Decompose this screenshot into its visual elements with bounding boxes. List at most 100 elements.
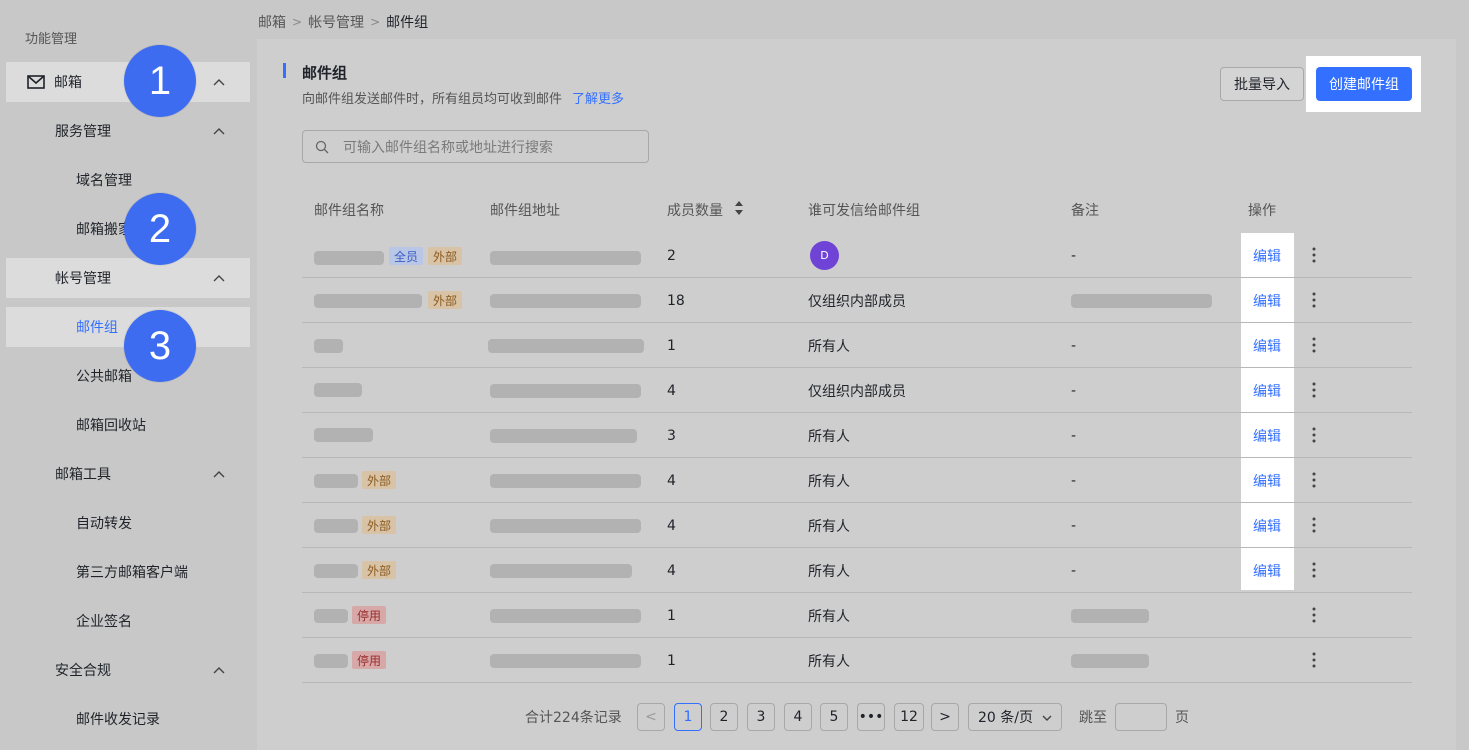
page-button-12[interactable]: 12 bbox=[894, 703, 924, 731]
member-count: 4 bbox=[667, 472, 676, 489]
sidebar-item-label: 公共邮箱 bbox=[76, 369, 132, 385]
step-badge-2: 2 bbox=[124, 193, 196, 265]
page-size-select[interactable]: 20 条/页 bbox=[968, 703, 1062, 731]
member-count: 1 bbox=[667, 652, 676, 669]
more-icon[interactable] bbox=[1312, 382, 1316, 398]
more-icon[interactable] bbox=[1312, 292, 1316, 308]
sidebar-item-label: 邮箱 bbox=[54, 75, 82, 91]
chevron-up-icon[interactable] bbox=[212, 663, 226, 677]
breadcrumb-separator: > bbox=[292, 15, 303, 29]
edit-link[interactable]: 编辑 bbox=[1253, 413, 1281, 458]
table-row: 外部 4 所有人 - 编辑 bbox=[302, 458, 1412, 503]
more-icon[interactable] bbox=[1312, 652, 1316, 668]
page-button-4[interactable]: 4 bbox=[784, 703, 812, 731]
redacted-name bbox=[314, 383, 362, 397]
redacted-name bbox=[314, 564, 358, 578]
sidebar-item-security[interactable]: 安全合规 bbox=[6, 650, 250, 690]
sender-permission: 所有人 bbox=[808, 563, 850, 580]
sidebar-item-third-party-client[interactable]: 第三方邮箱客户端 bbox=[6, 552, 250, 592]
page-subtitle: 向邮件组发送邮件时，所有组员均可收到邮件 了解更多 bbox=[302, 88, 624, 107]
page-button-3[interactable]: 3 bbox=[747, 703, 775, 731]
sidebar-item-auto-forward[interactable]: 自动转发 bbox=[6, 503, 250, 543]
edit-link[interactable]: 编辑 bbox=[1253, 233, 1281, 278]
tag-all: 全员 bbox=[389, 247, 424, 265]
redacted-address bbox=[490, 251, 641, 265]
sidebar-item-recycle-bin[interactable]: 邮箱回收站 bbox=[6, 405, 250, 445]
more-icon[interactable] bbox=[1312, 607, 1316, 623]
more-icon[interactable] bbox=[1312, 427, 1316, 443]
column-header-sender: 谁可发信给邮件组 bbox=[808, 203, 920, 219]
sidebar-item-label: 邮件收发记录 bbox=[76, 712, 160, 728]
page-button-2[interactable]: 2 bbox=[710, 703, 738, 731]
redacted-name bbox=[314, 339, 343, 353]
table-row: 外部 4 所有人 - 编辑 bbox=[302, 548, 1412, 593]
edit-link[interactable]: 编辑 bbox=[1253, 458, 1281, 503]
pagination-total: 合计224条记录 bbox=[525, 710, 622, 726]
next-page-button[interactable]: > bbox=[931, 703, 959, 731]
sidebar-item-label: 安全合规 bbox=[55, 663, 111, 679]
tag-disabled: 停用 bbox=[352, 651, 387, 669]
sidebar-item-signature[interactable]: 企业签名 bbox=[6, 601, 250, 641]
redacted-address bbox=[490, 474, 641, 488]
page-button-5[interactable]: 5 bbox=[820, 703, 848, 731]
page-label: 页 bbox=[1175, 710, 1189, 726]
sender-permission: 所有人 bbox=[808, 473, 850, 490]
table-row: 停用 1 所有人 bbox=[302, 638, 1412, 683]
more-icon[interactable] bbox=[1312, 247, 1316, 263]
redacted-name bbox=[314, 654, 348, 668]
breadcrumb-item[interactable]: 帐号管理 bbox=[308, 12, 364, 32]
breadcrumb: 邮箱 > 帐号管理 > 邮件组 bbox=[258, 12, 428, 32]
edit-link[interactable]: 编辑 bbox=[1253, 323, 1281, 368]
sidebar-item-domain-mgmt[interactable]: 域名管理 bbox=[6, 160, 250, 200]
edit-link[interactable]: 编辑 bbox=[1253, 503, 1281, 548]
step-badge-3: 3 bbox=[124, 310, 196, 382]
member-count: 1 bbox=[667, 607, 676, 624]
sidebar-item-mail-tools[interactable]: 邮箱工具 bbox=[6, 454, 250, 494]
chevron-up-icon[interactable] bbox=[212, 271, 226, 285]
chevron-up-icon[interactable] bbox=[212, 75, 226, 89]
sort-icon[interactable] bbox=[734, 200, 744, 216]
redacted-name bbox=[314, 428, 373, 442]
sender-permission: 仅组织内部成员 bbox=[808, 383, 906, 400]
redacted-address bbox=[490, 294, 641, 308]
more-icon[interactable] bbox=[1312, 472, 1316, 488]
column-header-name: 邮件组名称 bbox=[314, 203, 384, 219]
page-ellipsis-button[interactable]: ••• bbox=[857, 703, 885, 731]
breadcrumb-item[interactable]: 邮箱 bbox=[258, 12, 286, 32]
chevron-up-icon[interactable] bbox=[212, 467, 226, 481]
sidebar-item-account-mgmt[interactable]: 帐号管理 bbox=[6, 258, 250, 298]
sender-permission: 所有人 bbox=[808, 428, 850, 445]
edit-link[interactable]: 编辑 bbox=[1253, 368, 1281, 413]
edit-link[interactable]: 编辑 bbox=[1253, 548, 1281, 593]
sidebar-item-service-mgmt[interactable]: 服务管理 bbox=[6, 111, 250, 151]
create-mail-group-button[interactable]: 创建邮件组 bbox=[1316, 67, 1412, 101]
more-icon[interactable] bbox=[1312, 337, 1316, 353]
sidebar-item-label: 域名管理 bbox=[76, 173, 132, 189]
column-header-members[interactable]: 成员数量 bbox=[667, 200, 723, 220]
redacted-address bbox=[490, 519, 641, 533]
table-row: 1 所有人 - 编辑 bbox=[302, 323, 1412, 368]
member-count: 4 bbox=[667, 382, 676, 399]
batch-import-button[interactable]: 批量导入 bbox=[1220, 67, 1304, 101]
jump-page-input[interactable] bbox=[1115, 703, 1167, 731]
column-header-address: 邮件组地址 bbox=[490, 203, 560, 219]
sidebar-item-mail-log[interactable]: 邮件收发记录 bbox=[6, 699, 250, 739]
redacted-address bbox=[490, 384, 641, 398]
more-icon[interactable] bbox=[1312, 517, 1316, 533]
page-title: 邮件组 bbox=[302, 64, 348, 82]
learn-more-link[interactable]: 了解更多 bbox=[572, 92, 624, 107]
edit-link[interactable]: 编辑 bbox=[1253, 278, 1281, 323]
more-icon[interactable] bbox=[1312, 562, 1316, 578]
sidebar-item-label: 邮箱工具 bbox=[55, 467, 111, 483]
note: - bbox=[1071, 382, 1077, 399]
prev-page-button[interactable]: < bbox=[637, 703, 665, 731]
search-input[interactable]: 可输入邮件组名称或地址进行搜索 bbox=[302, 130, 649, 163]
breadcrumb-current: 邮件组 bbox=[386, 15, 429, 31]
sidebar-title: 功能管理 bbox=[25, 32, 78, 47]
table-row: 外部 4 所有人 - 编辑 bbox=[302, 503, 1412, 548]
sidebar-item-label: 第三方邮箱客户端 bbox=[76, 565, 188, 581]
note: - bbox=[1071, 247, 1077, 264]
chevron-up-icon[interactable] bbox=[212, 124, 226, 138]
mail-icon bbox=[27, 75, 45, 89]
page-button-1[interactable]: 1 bbox=[674, 703, 702, 731]
